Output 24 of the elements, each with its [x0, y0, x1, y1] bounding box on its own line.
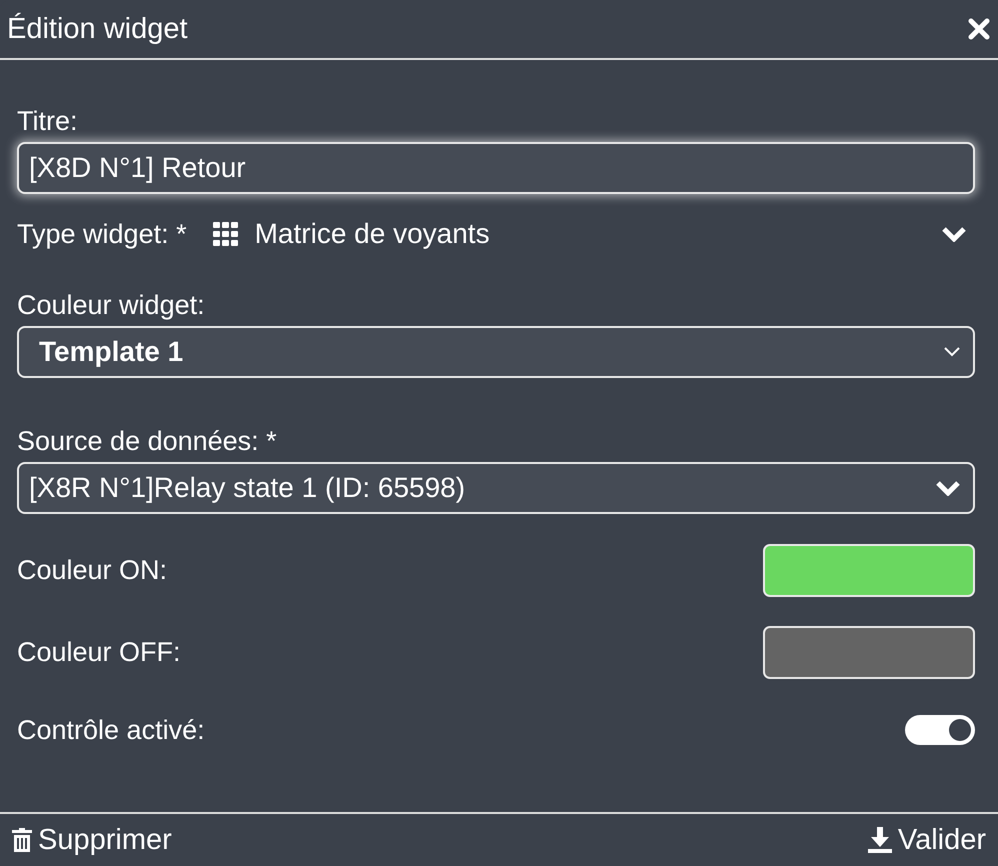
dialog-title: Édition widget: [7, 12, 188, 46]
toggle-switch[interactable]: [905, 715, 975, 745]
field-label: Type widget: *: [17, 218, 187, 251]
chevron-down-icon: [943, 346, 961, 358]
data-source-select[interactable]: [X8R N°1]Relay state 1 (ID: 65598): [17, 462, 975, 514]
close-icon[interactable]: [968, 18, 990, 40]
widget-type-dropdown[interactable]: Matrice de voyants: [210, 218, 967, 250]
download-icon: [868, 827, 892, 853]
field-label: Couleur ON:: [17, 554, 168, 587]
color-swatch[interactable]: [763, 544, 975, 596]
color-template-select[interactable]: Template 1: [17, 326, 975, 378]
field-label: Couleur widget:: [17, 289, 205, 322]
chevron-down-icon: [941, 226, 967, 242]
title-input[interactable]: [X8D N°1] Retour: [17, 142, 975, 194]
field-label: Source de données: *: [17, 425, 277, 458]
chevron-down-icon: [935, 480, 961, 496]
delete-button[interactable]: Supprimer: [12, 824, 172, 856]
field-label: Couleur OFF:: [17, 636, 181, 669]
field-label: Contrôle activé:: [17, 714, 205, 747]
validate-button[interactable]: Valider: [868, 824, 986, 856]
field-label: Titre:: [17, 105, 78, 138]
grid-icon: [210, 222, 241, 246]
color-swatch[interactable]: [763, 626, 975, 678]
trash-icon: [12, 828, 32, 852]
